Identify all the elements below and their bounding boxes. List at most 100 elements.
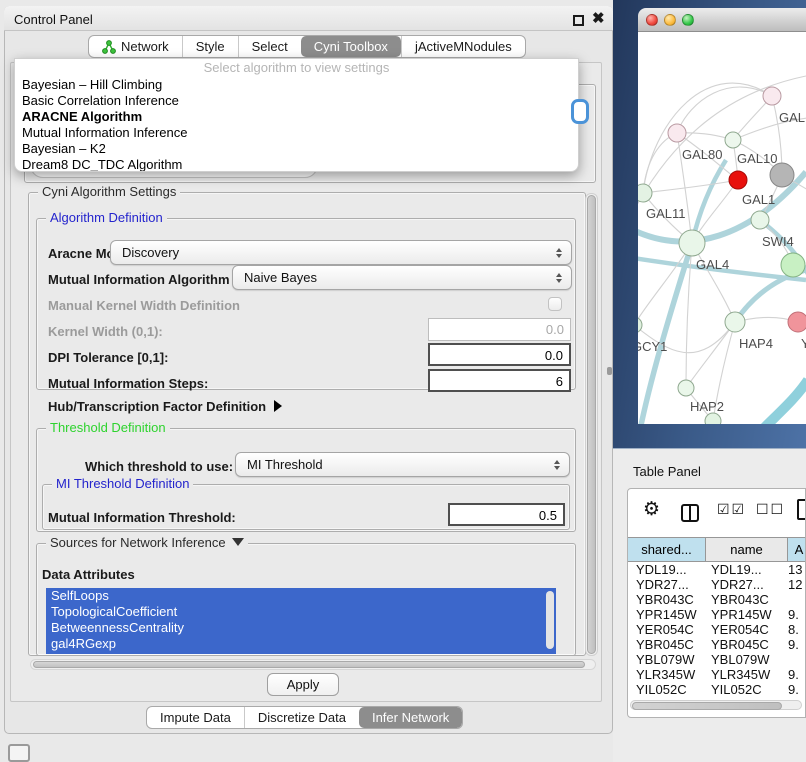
table-row[interactable]: YBR045CYBR045C9. (628, 637, 806, 652)
which-threshold-value: MI Threshold (247, 457, 549, 472)
node-label: GAL (779, 110, 805, 125)
kernel-width-label: Kernel Width (0,1): (48, 324, 163, 339)
node-label: GAL4 (696, 257, 729, 272)
node-salmon[interactable] (788, 312, 806, 332)
dpi-tolerance-field[interactable]: 0.0 (428, 343, 571, 366)
cell: YBR045C (706, 637, 788, 652)
tab-impute-data[interactable]: Impute Data (147, 707, 244, 728)
table-row[interactable]: YIL052CYIL052C9. (628, 682, 806, 695)
node-hap4[interactable] (725, 312, 745, 332)
node-swi4[interactable] (751, 211, 769, 229)
node-bright-green[interactable] (781, 253, 805, 277)
manual-kernel-width-checkbox[interactable] (548, 297, 562, 311)
tab-infer-network-label: Infer Network (372, 710, 449, 725)
clear-all-checkboxes-icon[interactable]: ☐☐ (756, 502, 785, 518)
attribute-item[interactable]: SelfLoops (46, 588, 556, 604)
hub-definition-expander[interactable]: Hub/Transcription Factor Definition (48, 398, 282, 416)
tab-cyni-toolbox[interactable]: Cyni Toolbox (301, 36, 401, 57)
tab-cyni-toolbox-label: Cyni Toolbox (314, 39, 388, 54)
table-row[interactable]: YLR345WYLR345W9. (628, 667, 806, 682)
float-window-icon[interactable] (573, 15, 584, 26)
focused-spinner-button[interactable] (571, 99, 589, 124)
apply-button[interactable]: Apply (267, 673, 339, 696)
table-row[interactable]: YBR043CYBR043C (628, 592, 806, 607)
node-gal11[interactable] (638, 184, 652, 202)
aracne-mode-combo[interactable]: Discovery (110, 240, 572, 265)
table-row[interactable]: YDR27...YDR27...12 (628, 577, 806, 592)
mi-threshold-field[interactable]: 0.5 (448, 503, 565, 526)
algorithm-option-selected[interactable]: ARACNE Algorithm (15, 109, 578, 125)
tab-style[interactable]: Style (182, 36, 238, 57)
edge-extra-thick (764, 380, 806, 424)
tab-infer-network[interactable]: Infer Network (359, 707, 462, 728)
algorithm-option[interactable]: Bayesian – K2 (15, 141, 578, 157)
control-panel-titlebar[interactable] (4, 6, 613, 31)
algorithm-option[interactable]: Basic Correlation Inference (15, 93, 578, 109)
tab-discretize-data-label: Discretize Data (258, 710, 346, 725)
settings-vertical-scrollbar-track[interactable] (585, 193, 598, 656)
column-header-partial[interactable]: A (788, 538, 806, 561)
tab-select[interactable]: Select (238, 36, 301, 57)
aracne-mode-value: Discovery (122, 245, 551, 260)
select-all-checkboxes-icon[interactable]: ☑☑ (717, 502, 746, 518)
settings-horizontal-scrollbar-track[interactable] (30, 659, 596, 670)
traffic-minimize-icon[interactable] (664, 14, 676, 26)
mi-steps-label: Mutual Information Steps: (48, 376, 208, 391)
bottom-tabbar: Impute Data Discretize Data Infer Networ… (146, 706, 463, 729)
cell: 13 (788, 562, 806, 577)
node-gal80[interactable] (668, 124, 686, 142)
attribute-item[interactable]: gal4RGexp (46, 636, 556, 652)
tab-discretize-data[interactable]: Discretize Data (244, 707, 359, 728)
table-row[interactable]: YBL079WYBL079W (628, 652, 806, 667)
mi-algorithm-type-value: Naive Bayes (244, 270, 551, 285)
traffic-close-icon[interactable] (646, 14, 658, 26)
algorithm-option[interactable]: Mutual Information Inference (15, 125, 578, 141)
dpi-tolerance-label: DPI Tolerance [0,1]: (48, 350, 168, 365)
table-row[interactable]: YDL19...YDL19...13 (628, 562, 806, 577)
tab-network[interactable]: Network (89, 36, 182, 57)
mi-steps-field[interactable]: 6 (428, 369, 571, 392)
attribute-list-scrollbar[interactable] (546, 591, 554, 649)
table-horizontal-scrollbar-thumb[interactable] (632, 702, 782, 710)
algorithm-option[interactable]: Bayesian – Hill Climbing (15, 77, 578, 93)
attribute-item[interactable]: TopologicalCoefficient (46, 604, 556, 620)
table-row[interactable]: YER054CYER054C8. (628, 622, 806, 637)
columns-icon[interactable] (681, 504, 699, 522)
tab-jactivemnodules[interactable]: jActiveMNodules (401, 36, 525, 57)
table-row[interactable]: YPR145WYPR145W9. (628, 607, 806, 622)
which-threshold-combo[interactable]: MI Threshold (235, 452, 570, 477)
node-gal-top[interactable] (763, 87, 781, 105)
gear-icon[interactable]: ⚙ (643, 498, 660, 520)
table-horizontal-scrollbar[interactable] (630, 700, 802, 710)
table-body: YDL19...YDL19...13 YDR27...YDR27...12 YB… (628, 562, 806, 695)
cell (788, 592, 806, 607)
node-label: GAL11 (646, 206, 686, 221)
node-gal4[interactable] (679, 230, 705, 256)
panel-resize-grip[interactable] (607, 367, 612, 375)
node-bottom[interactable] (705, 413, 721, 424)
node-gal10[interactable] (725, 132, 741, 148)
network-canvas[interactable]: GAL GAL80 GAL10 GAL1 GAL11 SWI4 GAL4 GCY… (638, 32, 806, 424)
node-hap2[interactable] (678, 380, 694, 396)
traffic-zoom-icon[interactable] (682, 14, 694, 26)
node-gal1-selected[interactable] (729, 171, 747, 189)
document-icon[interactable] (797, 499, 806, 520)
node-gray[interactable] (770, 163, 794, 187)
collapse-down-arrow-icon[interactable] (232, 538, 244, 546)
mi-algorithm-type-combo[interactable]: Naive Bayes (232, 265, 572, 290)
minimized-panel-icon[interactable] (8, 744, 30, 762)
node-label: GAL1 (742, 192, 775, 207)
network-view[interactable]: GAL GAL80 GAL10 GAL1 GAL11 SWI4 GAL4 GCY… (638, 32, 806, 424)
attribute-item[interactable]: BetweennessCentrality (46, 620, 556, 636)
edge-thick (640, 243, 692, 424)
algorithm-option[interactable]: Dream8 DC_TDC Algorithm (15, 157, 578, 172)
cell (788, 652, 806, 667)
settings-vertical-scrollbar-thumb[interactable] (587, 195, 596, 654)
settings-horizontal-scrollbar-thumb[interactable] (33, 661, 585, 668)
column-header-shared-name[interactable]: shared... (628, 538, 706, 561)
combo-spinner-icon (551, 248, 567, 258)
column-header-name[interactable]: name (706, 538, 788, 561)
close-icon[interactable]: ✖ (592, 9, 605, 27)
kernel-width-field[interactable]: 0.0 (428, 318, 571, 341)
which-threshold-label: Which threshold to use: (85, 459, 233, 474)
